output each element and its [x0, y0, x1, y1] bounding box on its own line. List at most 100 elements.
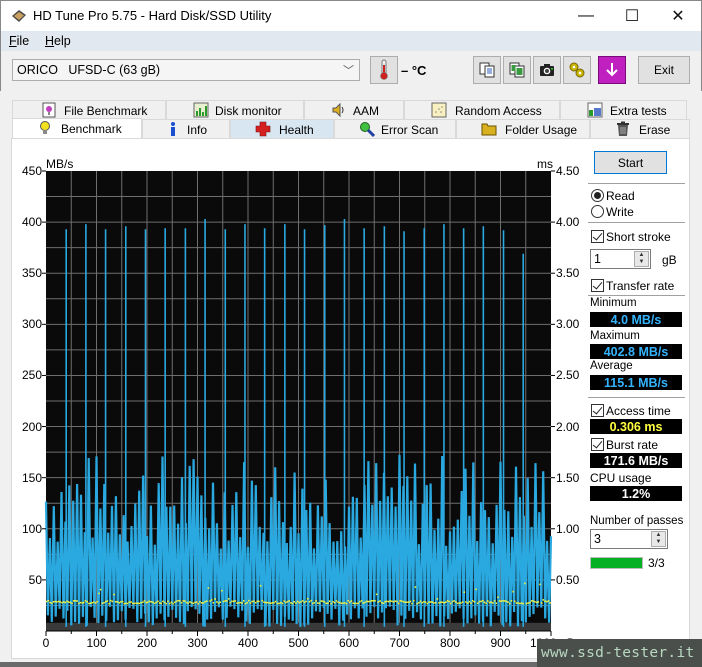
access-time-point [249, 602, 252, 604]
access-time-point [86, 601, 88, 603]
access-time-point [72, 600, 75, 602]
y2-axis-label: ms [537, 157, 553, 171]
access-time-point [258, 600, 260, 603]
access-time-point [141, 601, 144, 604]
y-axis-label: MB/s [46, 157, 74, 171]
access-time-point [507, 601, 509, 603]
access-time-point [234, 600, 237, 602]
access-time-point [370, 600, 373, 602]
access-time-point [62, 601, 65, 603]
short-stroke-checkbox[interactable] [591, 230, 604, 243]
access-time-point [66, 600, 68, 603]
access-time-point [510, 600, 513, 602]
access-time-point [236, 602, 238, 604]
access-time-point [392, 601, 395, 603]
access-time-point [69, 601, 72, 604]
access-time-point [210, 599, 213, 601]
access-time-point [502, 600, 504, 602]
access-time-point [67, 601, 70, 603]
access-time-point [51, 602, 53, 605]
access-time-point [271, 602, 274, 604]
access-time-point [426, 602, 429, 605]
access-time-point [456, 602, 459, 605]
write-radio[interactable] [591, 205, 604, 218]
y-tick-label: 200 [21, 419, 42, 434]
passes-stepper[interactable]: 3 ▲ ▼ [590, 529, 668, 549]
access-time-point [505, 600, 508, 603]
x-tick-label: 400 [237, 636, 259, 650]
access-time-point [542, 599, 545, 601]
access-time-point [545, 600, 548, 603]
access-time-point [325, 602, 328, 605]
access-time-point [401, 600, 403, 602]
y2-tick-label: 4.00 [556, 215, 580, 230]
access-time-point [268, 602, 270, 604]
access-time-point [311, 602, 314, 605]
access-time-point [81, 602, 83, 604]
access-time-point [387, 600, 390, 603]
access-time-point [207, 587, 210, 589]
access-time-point [354, 602, 356, 605]
access-time-point [535, 601, 538, 604]
access-time-point [204, 600, 206, 603]
access-time-point [123, 602, 126, 605]
access-time-point [431, 601, 434, 603]
cpu-usage-value: 1.2% [590, 486, 682, 501]
access-time-point [443, 602, 445, 604]
start-button[interactable]: Start [594, 151, 667, 174]
passes-label: Number of passes [590, 515, 684, 527]
access-time-point [165, 602, 168, 605]
access-time-point [399, 600, 402, 602]
read-radio[interactable] [591, 189, 604, 202]
access-time-point [106, 600, 109, 602]
access-time-point [237, 601, 240, 604]
access-time-point [407, 601, 410, 604]
access-time-point [61, 601, 63, 604]
access-time-point [508, 602, 511, 605]
progress-text: 3/3 [648, 556, 665, 570]
access-time-point [412, 599, 415, 602]
short-stroke-stepper[interactable]: 1 ▲ ▼ [590, 249, 651, 269]
spin-arrows-icon[interactable]: ▲ ▼ [651, 531, 666, 547]
y2-tick-label: 1.50 [556, 470, 580, 485]
access-time-point [273, 601, 275, 604]
divider [588, 295, 685, 296]
access-time-point [242, 600, 245, 602]
burst-rate-checkbox[interactable] [591, 438, 604, 451]
access-time-point [190, 601, 193, 604]
y2-tick-label: 2.00 [556, 419, 580, 434]
x-tick-label: 0 [42, 636, 50, 650]
access-time-point [441, 601, 444, 604]
access-time-point [520, 602, 523, 605]
access-time-point [197, 602, 200, 605]
access-time-point [485, 602, 487, 605]
access-time-point [498, 600, 501, 602]
access-time-point [340, 602, 343, 605]
access-time-point [433, 602, 435, 604]
access-time-point [460, 602, 462, 604]
access-time-point [471, 600, 474, 602]
access-time-point [424, 601, 427, 603]
access-time-point [330, 602, 333, 605]
access-time-point [170, 601, 173, 604]
access-time-point [244, 602, 247, 605]
x-tick-label: 300 [187, 636, 208, 650]
access-time-point [382, 602, 385, 605]
access-time-checkbox[interactable] [591, 404, 604, 417]
access-time-point [121, 600, 124, 603]
access-time-point [111, 600, 114, 603]
access-time-point [527, 602, 530, 604]
access-time-point [444, 601, 447, 604]
access-time-point [500, 600, 503, 602]
access-time-point [305, 600, 307, 603]
spin-arrows-icon[interactable]: ▲ ▼ [634, 251, 649, 267]
average-label: Average [590, 360, 633, 372]
plot-floor [46, 622, 551, 631]
access-time-point [221, 589, 223, 592]
y-tick-label: 400 [21, 215, 42, 230]
access-time-point [184, 600, 186, 602]
transfer-rate-checkbox[interactable] [591, 279, 604, 292]
cpu-usage-label: CPU usage [590, 471, 652, 485]
progress-bar [590, 557, 643, 569]
access-time-point [226, 600, 228, 602]
